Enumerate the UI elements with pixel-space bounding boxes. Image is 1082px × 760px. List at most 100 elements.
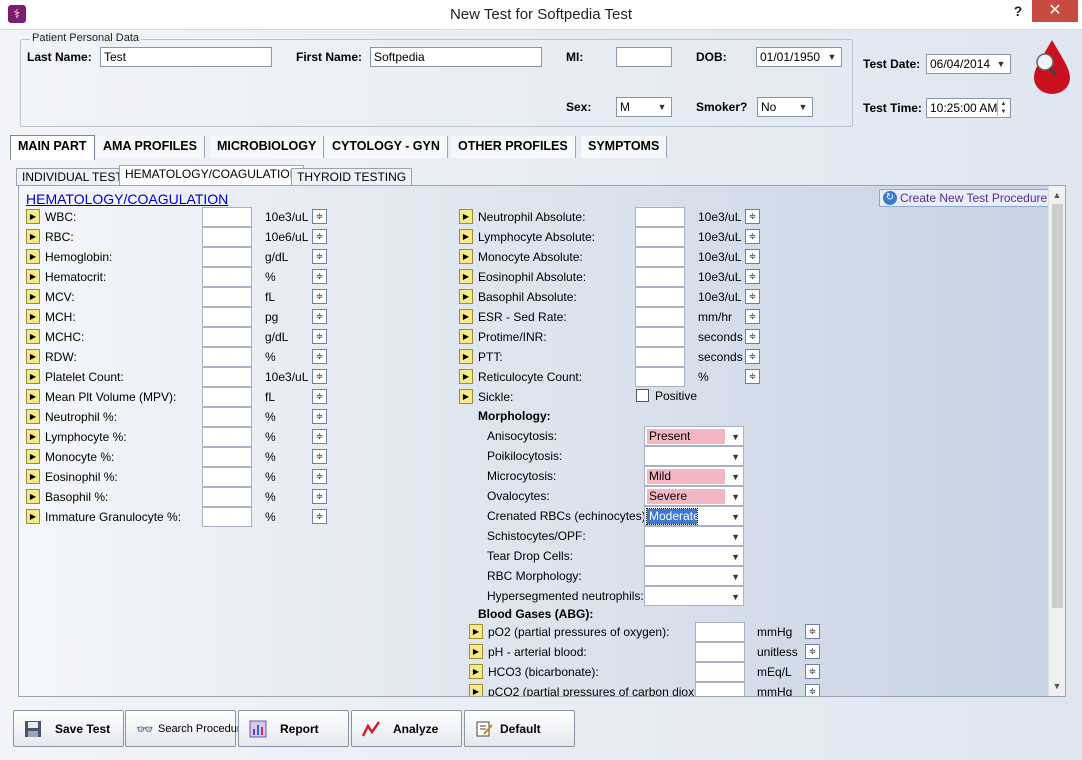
smoker-select[interactable]: No ▼ [757, 97, 813, 117]
test-value-field[interactable] [202, 267, 252, 287]
tab-cytology-gyn[interactable]: CYTOLOGY - GYN [325, 136, 448, 158]
expand-arrow-icon[interactable]: ▶ [459, 289, 473, 304]
test-date-picker[interactable]: 06/04/2014 ▼ [926, 54, 1011, 74]
tab-hematology-coagulation[interactable]: HEMATOLOGY/COAGULATION [119, 165, 305, 186]
test-value-field[interactable] [202, 447, 252, 467]
chevron-down-icon[interactable]: ▼ [731, 549, 740, 565]
expand-arrow-icon[interactable]: ▶ [26, 489, 40, 504]
range-icon[interactable]: ≑ [745, 329, 760, 344]
range-icon[interactable]: ≑ [745, 249, 760, 264]
range-icon[interactable]: ≑ [312, 449, 327, 464]
analyze-button[interactable]: Analyze [351, 710, 462, 747]
expand-arrow-icon[interactable]: ▶ [469, 684, 483, 696]
expand-arrow-icon[interactable]: ▶ [459, 349, 473, 364]
range-icon[interactable]: ≑ [312, 249, 327, 264]
create-new-test-procedure-link[interactable]: ↻ Create New Test Procedure [879, 189, 1053, 207]
chevron-down-icon[interactable]: ▼ [825, 49, 839, 65]
expand-arrow-icon[interactable]: ▶ [459, 209, 473, 224]
test-value-field[interactable] [202, 327, 252, 347]
range-icon[interactable]: ≑ [312, 329, 327, 344]
test-value-field[interactable] [635, 287, 685, 307]
morphology-select[interactable]: Severe ▼ [644, 486, 744, 506]
chevron-down-icon[interactable]: ▼ [731, 529, 740, 545]
test-value-field[interactable] [202, 307, 252, 327]
expand-arrow-icon[interactable]: ▶ [26, 269, 40, 284]
range-icon[interactable]: ≑ [312, 309, 327, 324]
chevron-down-icon[interactable]: ▼ [994, 56, 1008, 72]
test-value-field[interactable] [635, 227, 685, 247]
help-button[interactable]: ? [1003, 0, 1033, 22]
mi-field[interactable] [616, 47, 672, 67]
morphology-select[interactable]: Mild ▼ [644, 466, 744, 486]
sex-select[interactable]: M ▼ [616, 97, 672, 117]
expand-arrow-icon[interactable]: ▶ [26, 409, 40, 424]
range-icon[interactable]: ≑ [745, 269, 760, 284]
vertical-scrollbar[interactable]: ▲ ▼ [1048, 186, 1065, 696]
test-value-field[interactable] [202, 287, 252, 307]
tab-symptoms[interactable]: SYMPTOMS [581, 136, 668, 158]
expand-arrow-icon[interactable]: ▶ [26, 429, 40, 444]
close-button[interactable]: ✕ [1032, 0, 1078, 22]
range-icon[interactable]: ≑ [805, 664, 820, 679]
test-value-field[interactable] [635, 367, 685, 387]
expand-arrow-icon[interactable]: ▶ [26, 229, 40, 244]
scroll-up-icon[interactable]: ▲ [1049, 187, 1065, 203]
tab-individual-test[interactable]: INDIVIDUAL TEST [16, 168, 129, 186]
test-value-field[interactable] [695, 642, 745, 662]
morphology-select[interactable]: Moderate ▼ [644, 506, 744, 526]
tab-other-profiles[interactable]: OTHER PROFILES [451, 136, 576, 158]
range-icon[interactable]: ≑ [312, 509, 327, 524]
test-value-field[interactable] [635, 327, 685, 347]
range-icon[interactable]: ≑ [312, 489, 327, 504]
search-procedure-button[interactable]: 👓 Search Procedure [125, 710, 247, 747]
dob-picker[interactable]: 01/01/1950 ▼ [756, 47, 842, 67]
expand-arrow-icon[interactable]: ▶ [26, 469, 40, 484]
first-name-field[interactable]: Softpedia [370, 47, 542, 67]
last-name-field[interactable]: Test [100, 47, 272, 67]
range-icon[interactable]: ≑ [312, 289, 327, 304]
expand-arrow-icon[interactable]: ▶ [26, 329, 40, 344]
range-icon[interactable]: ≑ [745, 349, 760, 364]
expand-arrow-icon[interactable]: ▶ [26, 289, 40, 304]
range-icon[interactable]: ≑ [312, 269, 327, 284]
test-value-field[interactable] [695, 682, 745, 696]
test-value-field[interactable] [202, 467, 252, 487]
test-value-field[interactable] [202, 387, 252, 407]
test-value-field[interactable] [202, 347, 252, 367]
test-value-field[interactable] [202, 247, 252, 267]
test-value-field[interactable] [202, 487, 252, 507]
save-test-button[interactable]: Save Test [13, 710, 124, 747]
report-button[interactable]: Report [238, 710, 349, 747]
scroll-down-icon[interactable]: ▼ [1049, 678, 1065, 694]
sickle-positive-checkbox[interactable] [636, 389, 649, 402]
test-value-field[interactable] [695, 622, 745, 642]
expand-arrow-icon[interactable]: ▶ [26, 509, 40, 524]
range-icon[interactable]: ≑ [312, 209, 327, 224]
chevron-down-icon[interactable]: ▼ [655, 99, 669, 115]
expand-arrow-icon[interactable]: ▶ [459, 309, 473, 324]
range-icon[interactable]: ≑ [745, 209, 760, 224]
expand-arrow-icon[interactable]: ▶ [26, 449, 40, 464]
section-title-link[interactable]: HEMATOLOGY/COAGULATION [26, 191, 228, 207]
range-icon[interactable]: ≑ [805, 644, 820, 659]
range-icon[interactable]: ≑ [805, 624, 820, 639]
spin-arrows-icon[interactable]: ▲ ▼ [997, 100, 1009, 116]
morphology-select[interactable]: ▼ [644, 586, 744, 606]
test-value-field[interactable] [202, 367, 252, 387]
expand-arrow-icon[interactable]: ▶ [459, 329, 473, 344]
test-value-field[interactable] [695, 662, 745, 682]
range-icon[interactable]: ≑ [745, 229, 760, 244]
morphology-select[interactable]: Present ▼ [644, 426, 744, 446]
chevron-down-icon[interactable]: ▼ [731, 569, 740, 585]
range-icon[interactable]: ≑ [312, 409, 327, 424]
expand-arrow-icon[interactable]: ▶ [459, 269, 473, 284]
expand-arrow-icon[interactable]: ▶ [26, 349, 40, 364]
expand-arrow-icon[interactable]: ▶ [26, 249, 40, 264]
expand-arrow-icon[interactable]: ▶ [26, 209, 40, 224]
test-value-field[interactable] [202, 427, 252, 447]
range-icon[interactable]: ≑ [312, 429, 327, 444]
test-value-field[interactable] [635, 347, 685, 367]
chevron-down-icon[interactable]: ▼ [731, 469, 740, 485]
morphology-select[interactable]: ▼ [644, 566, 744, 586]
expand-arrow-icon[interactable]: ▶ [459, 249, 473, 264]
